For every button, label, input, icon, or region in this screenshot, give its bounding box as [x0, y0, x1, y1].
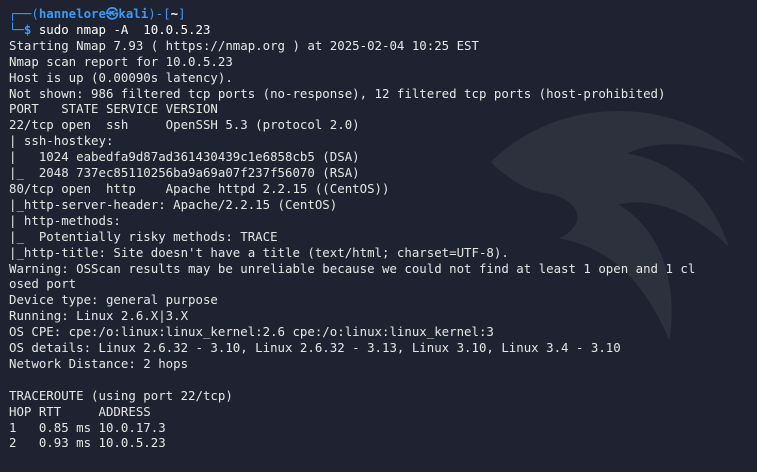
prompt-user: hannelore [38, 6, 106, 21]
prompt-separator: )-[ [148, 6, 171, 21]
output-line: |_http-server-header: Apache/2.2.15 (Cen… [9, 196, 338, 212]
output-line: |_http-title: Site doesn't have a title … [9, 244, 509, 260]
output-line: TRACEROUTE (using port 22/tcp) [9, 387, 233, 403]
terminal-window[interactable]: ┌──(hannelore㉿kali)-[~] └─$ sudo nmap -A… [0, 0, 757, 472]
output-line: PORT STATE SERVICE VERSION [9, 101, 218, 117]
prompt-directory: ~ [170, 6, 179, 21]
output-line: Nmap scan report for 10.0.5.23 [9, 53, 233, 69]
output-line: HOP RTT ADDRESS [9, 403, 151, 419]
output-line: 22/tcp open ssh OpenSSH 5.3 (protocol 2.… [9, 117, 360, 133]
prompt-line-command: └─$ sudo nmap -A 10.0.5.23 [9, 22, 757, 38]
command-text: sudo nmap -A 10.0.5.23 [31, 21, 211, 37]
output-line: OS CPE: cpe:/o:linux:linux_kernel:2.6 cp… [9, 324, 494, 340]
output-line: Running: Linux 2.6.X|3.X [9, 308, 189, 324]
output-line: osed port [9, 276, 77, 292]
output-line: | http-methods: [9, 212, 129, 228]
output-line: 80/tcp open http Apache httpd 2.2.15 ((C… [9, 180, 390, 196]
output-line: Warning: OSScan results may be unreliabl… [9, 260, 696, 276]
prompt-corner-top: ┌──( [9, 6, 39, 21]
output-line: Host is up (0.00090s latency). [9, 69, 233, 85]
output-line: | 1024 eabedfa9d87ad361430439c1e6858cb5 … [9, 149, 360, 165]
prompt-at-symbol: ㉿ [105, 6, 119, 21]
output-line: 2 0.93 ms 10.0.5.23 [9, 435, 166, 451]
output-line: OS details: Linux 2.6.32 - 3.10, Linux 2… [9, 340, 621, 356]
output-line: | ssh-hostkey: [9, 133, 121, 149]
terminal-output: Starting Nmap 7.93 ( https://nmap.org ) … [9, 38, 757, 452]
output-line: Starting Nmap 7.93 ( https://nmap.org ) … [9, 37, 479, 53]
output-line: Not shown: 986 filtered tcp ports (no-re… [9, 85, 666, 101]
output-line: 1 0.85 ms 10.0.17.3 [9, 419, 166, 435]
output-line: |_ 2048 737ec85110256ba9a69a07f237f56070… [9, 165, 360, 181]
prompt-close: ] [178, 6, 186, 21]
output-line: Network Distance: 2 hops [9, 355, 189, 371]
output-line: |_ Potentially risky methods: TRACE [9, 228, 278, 244]
output-line: Device type: general purpose [9, 292, 218, 308]
prompt-host: kali [118, 6, 149, 21]
prompt-corner-bottom: └─ [9, 21, 24, 37]
prompt-line-top: ┌──(hannelore㉿kali)-[~] [9, 6, 757, 22]
